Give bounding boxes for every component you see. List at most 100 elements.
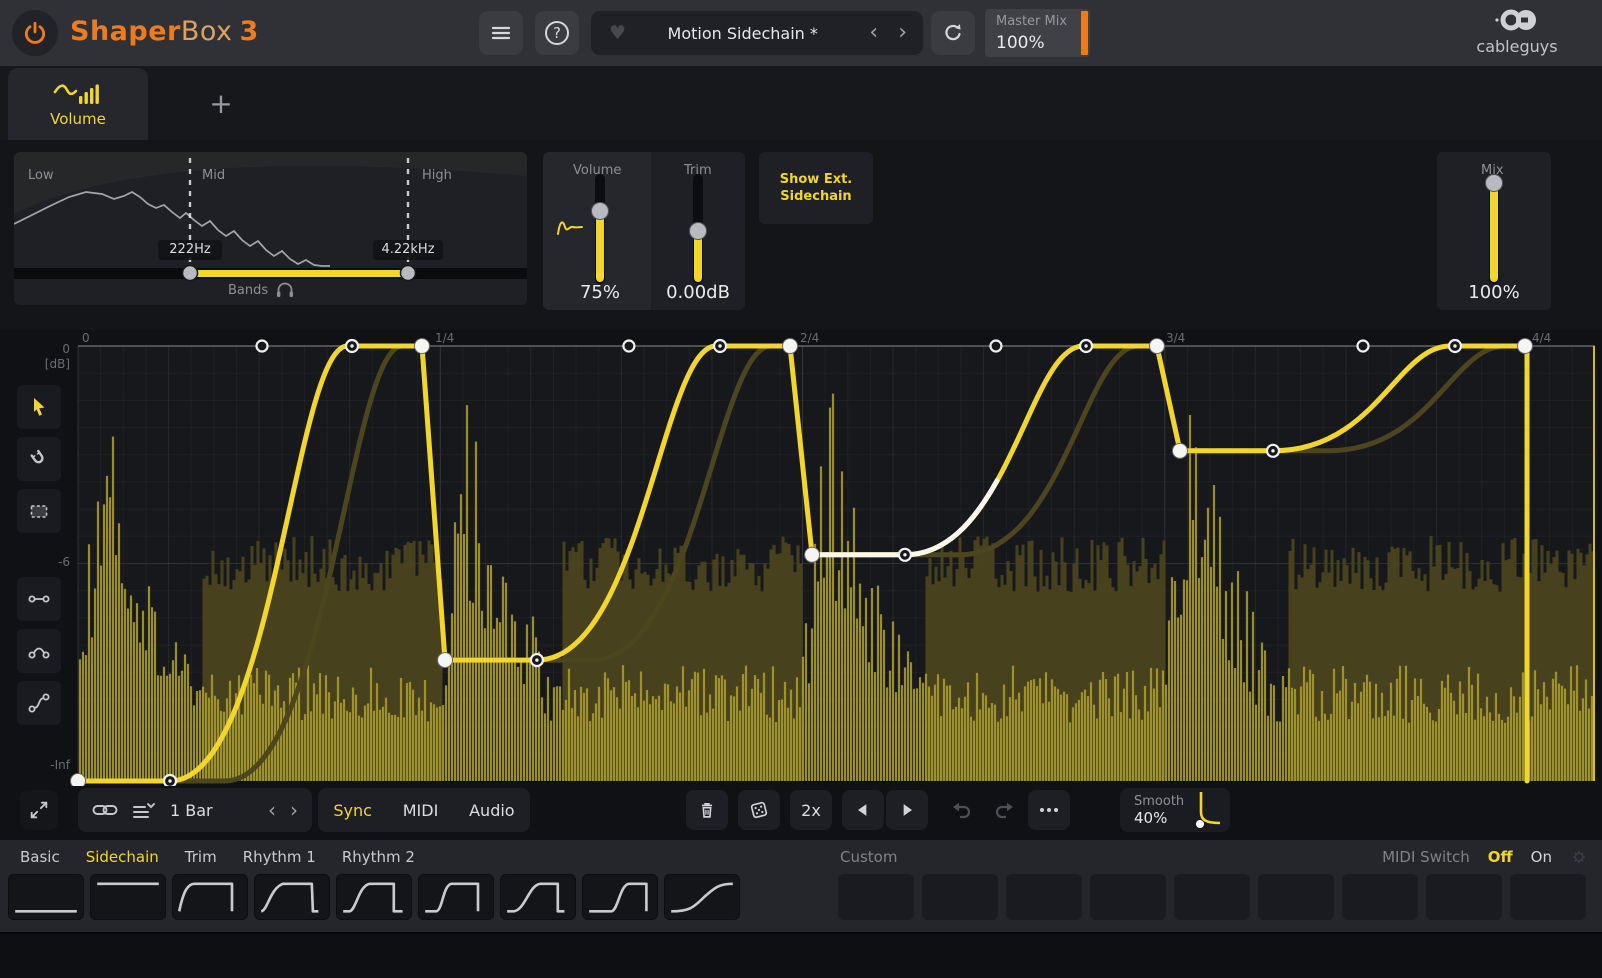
curve-node-ringdot[interactable] bbox=[531, 654, 543, 666]
redo-button[interactable] bbox=[984, 790, 1026, 830]
mix-slider-knob[interactable] bbox=[1485, 174, 1503, 192]
tool-line-button[interactable] bbox=[17, 577, 61, 621]
fullscreen-button[interactable] bbox=[20, 790, 58, 830]
preset-selector[interactable]: ♥ Motion Sidechain * ‹ › bbox=[591, 11, 923, 55]
custom-wave-slot-5[interactable] bbox=[1174, 874, 1250, 920]
mode-audio-button[interactable]: Audio bbox=[469, 801, 514, 820]
trim-slider[interactable] bbox=[693, 174, 703, 284]
curve-node-ringdot[interactable] bbox=[164, 775, 176, 786]
curve-node-ring[interactable] bbox=[623, 341, 634, 352]
tool-arc-button[interactable] bbox=[17, 629, 61, 673]
custom-wave-slot-8[interactable] bbox=[1426, 874, 1502, 920]
curve-node-ringdot[interactable] bbox=[899, 549, 911, 561]
tool-s-curve-button[interactable] bbox=[17, 681, 61, 725]
curve-node-ring[interactable] bbox=[1357, 341, 1368, 352]
curve-node-ringdot[interactable] bbox=[346, 340, 358, 352]
custom-wave-slot-3[interactable] bbox=[1006, 874, 1082, 920]
add-shaper-button[interactable]: + bbox=[204, 88, 238, 122]
curve-node-ringdot[interactable] bbox=[1080, 340, 1092, 352]
preset-name[interactable]: Motion Sidechain * bbox=[626, 24, 859, 43]
double-pattern-button[interactable]: 2x bbox=[790, 790, 832, 830]
smooth-control[interactable]: Smooth 40% bbox=[1120, 788, 1230, 832]
wave-preset-sidechain-6[interactable] bbox=[582, 874, 658, 920]
category-rhythm2[interactable]: Rhythm 2 bbox=[342, 848, 415, 866]
wave-preset-sidechain-1[interactable] bbox=[172, 874, 248, 920]
curve-node-filled[interactable] bbox=[805, 547, 820, 562]
curve-node-filled[interactable] bbox=[1172, 443, 1187, 458]
wave-preset-sidechain-4[interactable] bbox=[418, 874, 494, 920]
trim-slider-knob[interactable] bbox=[689, 222, 707, 240]
tool-pointer-button[interactable] bbox=[17, 385, 61, 429]
curve-node-ringdot[interactable] bbox=[1449, 340, 1461, 352]
custom-wave-slot-6[interactable] bbox=[1258, 874, 1334, 920]
preset-prev-button[interactable]: ‹ bbox=[859, 11, 888, 55]
master-mix-control[interactable]: Master Mix 100% bbox=[985, 9, 1090, 57]
tool-snap-button[interactable] bbox=[17, 437, 61, 481]
category-basic[interactable]: Basic bbox=[20, 848, 60, 866]
mode-sync-button[interactable]: Sync bbox=[333, 801, 372, 820]
favorite-heart-icon[interactable]: ♥ bbox=[609, 22, 626, 44]
curve-node-filled[interactable] bbox=[1517, 339, 1532, 354]
loop-length-value[interactable]: 1 Bar bbox=[170, 801, 213, 820]
volume-slider-knob[interactable] bbox=[591, 202, 609, 220]
bands-panel[interactable]: Low Mid High 222Hz 4.22kHz Bands bbox=[14, 152, 527, 305]
length-menu-icon[interactable] bbox=[132, 799, 156, 821]
curve-node-filled[interactable] bbox=[414, 339, 429, 354]
volume-slider[interactable] bbox=[595, 174, 605, 284]
wave-preset-sidechain-5[interactable] bbox=[500, 874, 576, 920]
custom-wave-slot-9[interactable] bbox=[1510, 874, 1586, 920]
band-solo-headphones-icon[interactable] bbox=[276, 282, 294, 298]
band-split-handle-mid-high[interactable] bbox=[401, 266, 416, 281]
clear-wave-button[interactable] bbox=[686, 790, 728, 830]
curve-node-filled[interactable] bbox=[71, 774, 86, 787]
curve-node-filled[interactable] bbox=[1149, 339, 1164, 354]
custom-wave-slot-2[interactable] bbox=[922, 874, 998, 920]
midi-switch-settings-gear-icon[interactable] bbox=[1570, 848, 1588, 866]
curve-node-ring[interactable] bbox=[257, 341, 268, 352]
master-mix-slider[interactable] bbox=[1081, 11, 1088, 55]
more-options-button[interactable] bbox=[1028, 790, 1070, 830]
curve-node-ringdot[interactable] bbox=[714, 340, 726, 352]
menu-button[interactable] bbox=[479, 11, 523, 55]
midi-switch-off-button[interactable]: Off bbox=[1488, 848, 1513, 866]
category-sidechain[interactable]: Sidechain bbox=[86, 848, 159, 866]
preset-next-button[interactable]: › bbox=[888, 11, 917, 55]
lfo-editor[interactable]: 0 1/4 2/4 3/4 4/4 0 [dB] -6 -Inf bbox=[0, 330, 1602, 786]
curve-node-ringdot[interactable] bbox=[1267, 445, 1279, 457]
randomize-button[interactable] bbox=[738, 790, 780, 830]
wave-preset-sidechain-2[interactable] bbox=[254, 874, 330, 920]
cableguys-brand[interactable]: cableguys bbox=[1442, 6, 1592, 62]
length-prev-button[interactable]: ‹ bbox=[268, 798, 276, 822]
category-trim[interactable]: Trim bbox=[185, 848, 217, 866]
band-split-handle-low-mid[interactable] bbox=[183, 266, 198, 281]
power-button[interactable] bbox=[12, 10, 58, 56]
wave-preset-flat-high[interactable] bbox=[90, 874, 166, 920]
custom-wave-slot-4[interactable] bbox=[1090, 874, 1166, 920]
category-rhythm1[interactable]: Rhythm 1 bbox=[243, 848, 316, 866]
mode-midi-button[interactable]: MIDI bbox=[403, 801, 439, 820]
length-next-button[interactable]: › bbox=[290, 798, 298, 822]
crossover-freq-low-mid[interactable]: 222Hz bbox=[158, 240, 222, 260]
reset-preset-button[interactable] bbox=[931, 11, 975, 55]
curve-node-ring[interactable] bbox=[990, 341, 1001, 352]
wave-preset-flat-low[interactable] bbox=[8, 874, 84, 920]
help-button[interactable]: ? bbox=[535, 11, 579, 55]
wave-preset-sidechain-3[interactable] bbox=[336, 874, 412, 920]
crossover-freq-mid-high[interactable]: 4.22kHz bbox=[373, 240, 443, 260]
tab-volume[interactable]: Volume bbox=[8, 68, 148, 140]
custom-wave-slot-1[interactable] bbox=[838, 874, 914, 920]
wave-preset-ramp-s[interactable] bbox=[664, 874, 740, 920]
curve-node-filled[interactable] bbox=[783, 339, 798, 354]
time-tick-1-4: 1/4 bbox=[435, 331, 454, 345]
shift-right-button[interactable] bbox=[886, 790, 928, 830]
curve-node-filled[interactable] bbox=[438, 653, 453, 668]
link-icon[interactable] bbox=[92, 799, 118, 821]
tool-marquee-button[interactable] bbox=[17, 489, 61, 533]
undo-button[interactable] bbox=[940, 790, 982, 830]
shift-left-button[interactable] bbox=[842, 790, 884, 830]
custom-wave-slot-7[interactable] bbox=[1342, 874, 1418, 920]
midi-switch-on-button[interactable]: On bbox=[1531, 848, 1552, 866]
show-ext-sidechain-button[interactable]: Show Ext. Sidechain bbox=[759, 152, 873, 224]
mix-slider[interactable] bbox=[1489, 174, 1499, 284]
lfo-plot[interactable] bbox=[0, 330, 1602, 786]
